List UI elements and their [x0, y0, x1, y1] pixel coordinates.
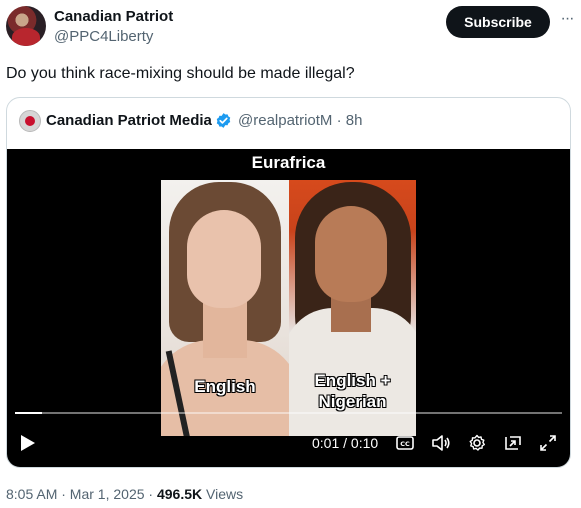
fullscreen-icon[interactable] — [537, 432, 559, 454]
views-count[interactable]: 496.5K — [157, 486, 202, 502]
author-display-name[interactable]: Canadian Patriot — [54, 8, 173, 25]
subscribe-button[interactable]: Subscribe — [446, 6, 550, 38]
video-caption-left: English — [194, 377, 256, 396]
video-caption-right-line1: English + — [314, 371, 391, 390]
settings-gear-icon[interactable] — [466, 432, 488, 454]
video-player[interactable]: Eurafrica English English + Nigerian 0:0… — [7, 149, 570, 467]
tweet-timestamp[interactable]: 8:05 AM · Mar 1, 2025 · — [6, 486, 157, 502]
author-avatar[interactable] — [6, 6, 46, 46]
video-title-overlay: Eurafrica — [251, 153, 326, 172]
quoted-tweet-header: Canadian Patriot Media @realpatriotM · 8… — [19, 110, 559, 132]
tweet-footer: 8:05 AM · Mar 1, 2025 · 496.5K Views — [6, 486, 243, 502]
tweet-header: Canadian Patriot @PPC4Liberty Subscribe … — [6, 6, 576, 50]
video-progress-bar[interactable] — [15, 412, 562, 414]
tweet-text: Do you think race-mixing should be made … — [6, 65, 355, 82]
verified-badge-icon — [216, 113, 231, 128]
captions-icon[interactable]: CC — [394, 432, 416, 454]
more-options-icon[interactable]: ··· — [558, 10, 576, 30]
video-caption-right-line2: Nigerian — [318, 392, 387, 411]
volume-icon[interactable] — [430, 432, 452, 454]
quoted-author-display-name[interactable]: Canadian Patriot Media — [46, 112, 212, 129]
video-frame-left-portrait — [161, 180, 289, 436]
quoted-tweet-card[interactable]: Canadian Patriot Media @realpatriotM · 8… — [6, 97, 571, 468]
quoted-author-avatar[interactable] — [19, 110, 41, 132]
views-label: Views — [202, 486, 244, 502]
video-controls: 0:01 / 0:10 CC — [7, 428, 570, 460]
svg-text:CC: CC — [400, 440, 410, 448]
video-time: 0:01 / 0:10 — [312, 435, 379, 451]
author-handle[interactable]: @PPC4Liberty — [54, 28, 153, 45]
video-progress-fill — [15, 412, 43, 414]
quoted-author-handle-time[interactable]: @realpatriotM · 8h — [238, 112, 362, 129]
video-caption-right: English + Nigerian — [289, 370, 416, 412]
play-icon[interactable] — [17, 432, 39, 454]
picture-in-picture-icon[interactable] — [502, 432, 524, 454]
